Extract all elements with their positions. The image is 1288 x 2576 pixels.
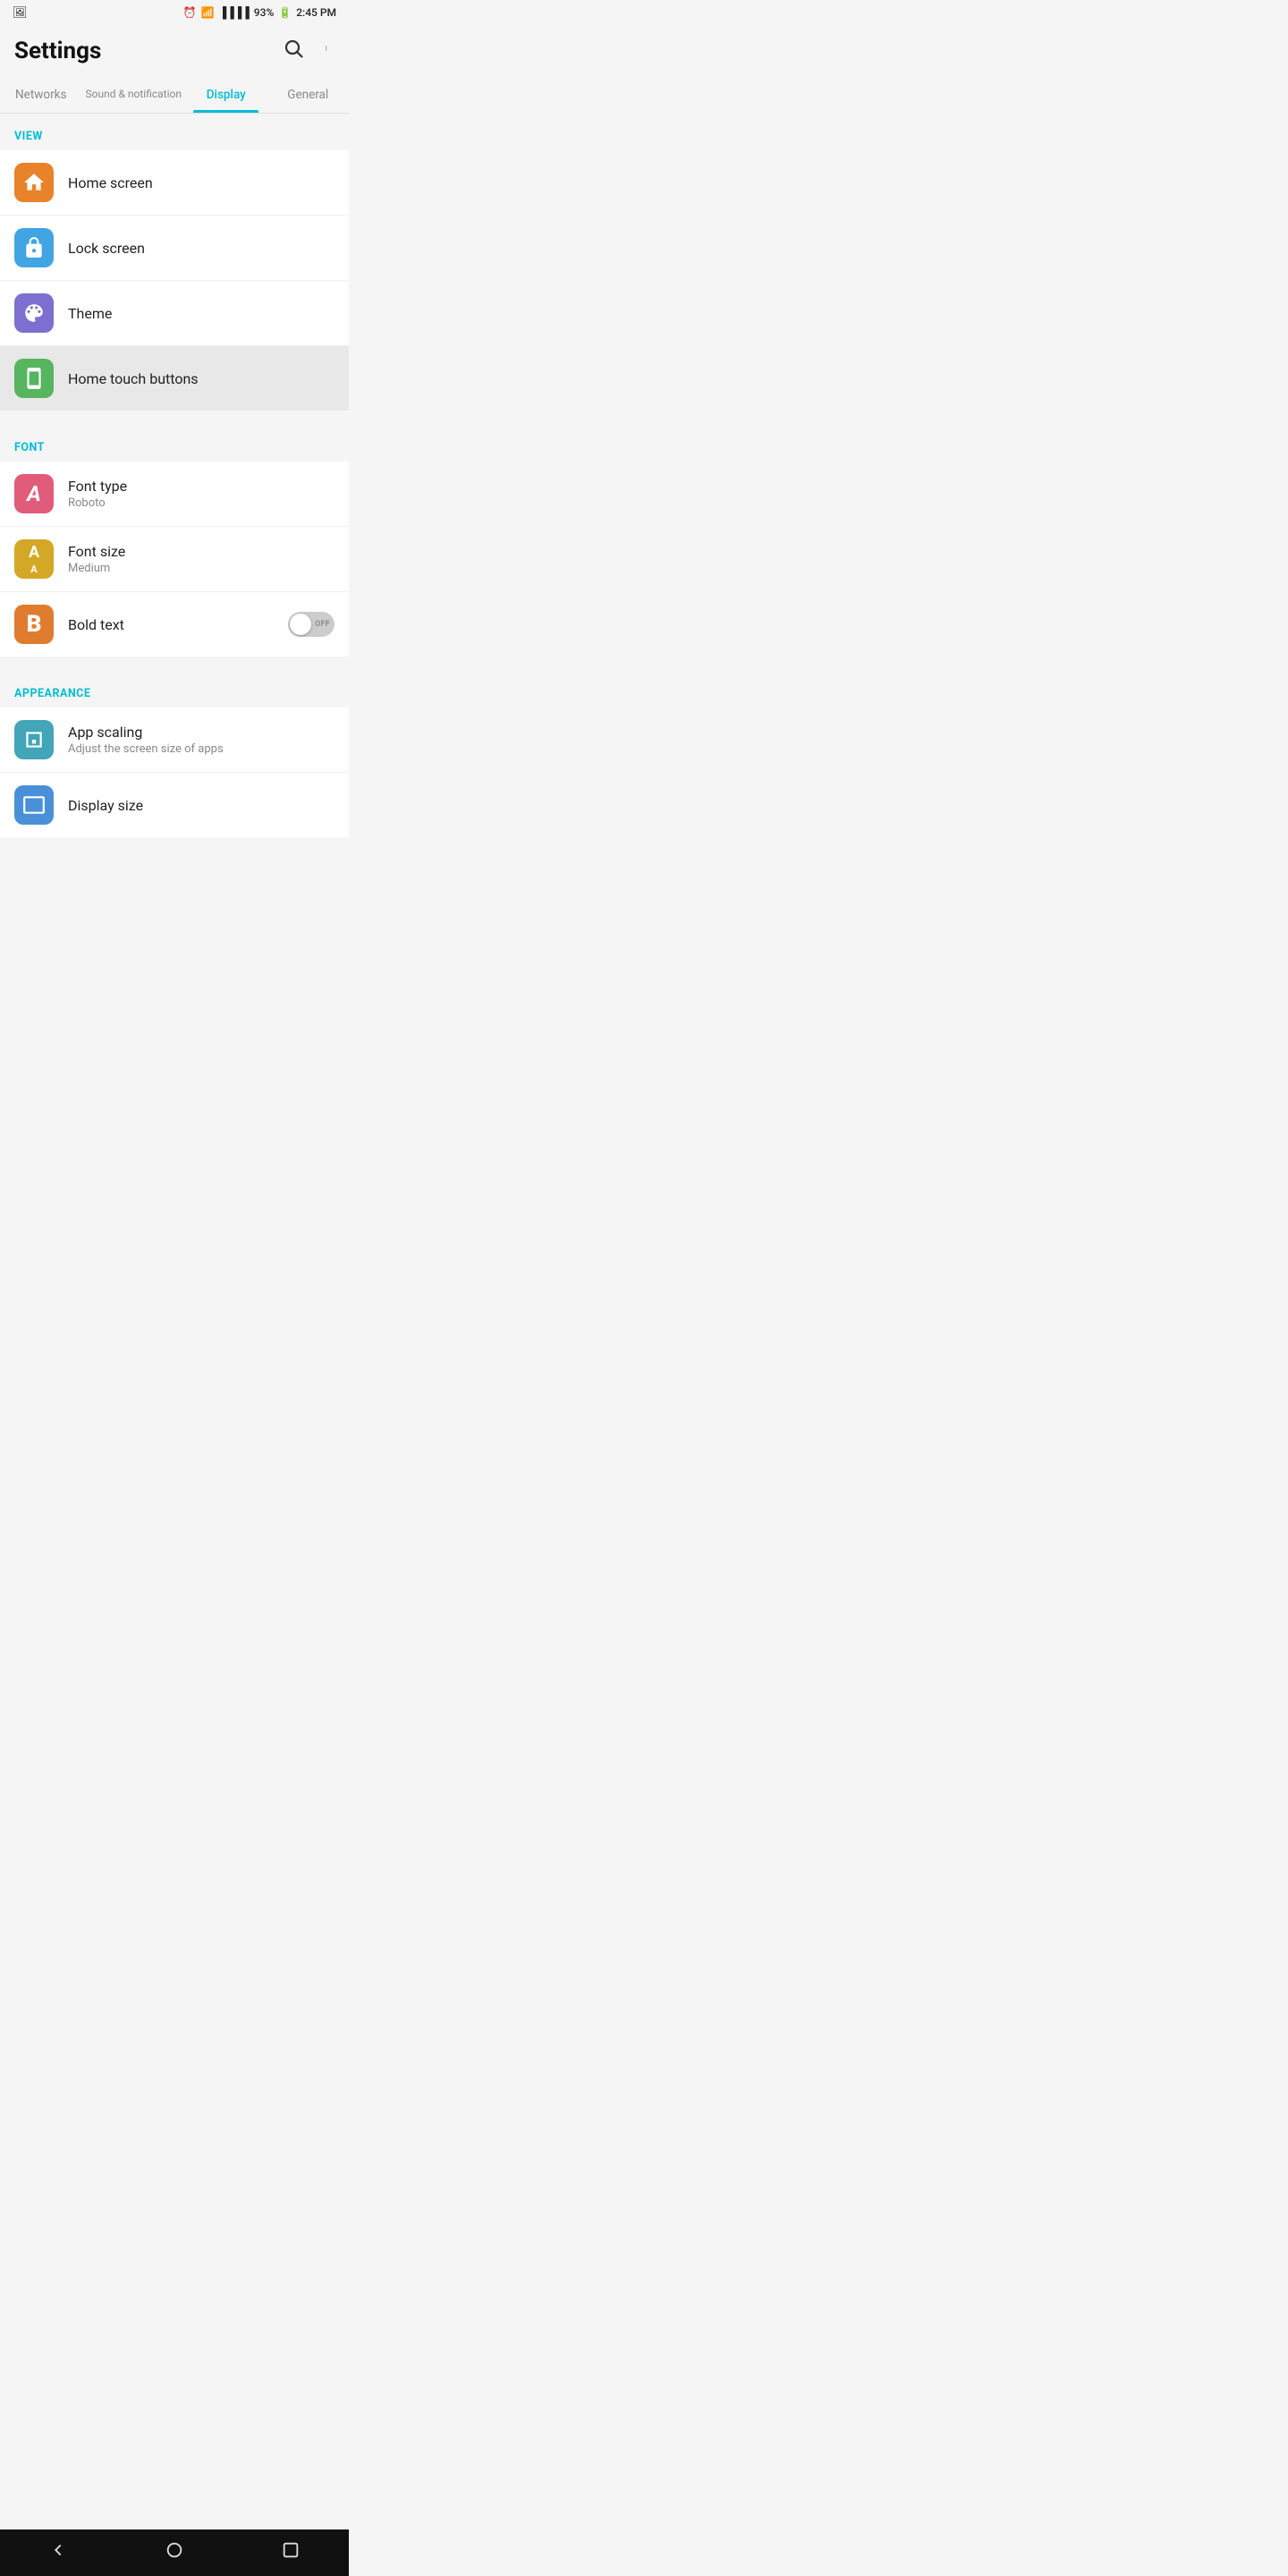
- status-bar: 🖼 ⏰ 📶 ▐▐▐▐ 93% 🔋 2:45 PM: [0, 0, 349, 25]
- section-divider-appearance: [0, 657, 349, 671]
- home-screen-title: Home screen: [68, 174, 335, 191]
- bold-text-toggle[interactable]: OFF: [288, 612, 335, 637]
- settings-item-bold-text[interactable]: B Bold text OFF: [0, 592, 349, 657]
- signal-icon: ▐▐▐▐: [219, 6, 250, 19]
- recent-apps-button[interactable]: [259, 2533, 322, 2572]
- settings-item-lock-screen[interactable]: Lock screen: [0, 216, 349, 281]
- settings-item-app-scaling[interactable]: App scaling Adjust the screen size of ap…: [0, 708, 349, 773]
- bottom-nav-spacer: [0, 837, 349, 884]
- home-touch-title: Home touch buttons: [68, 370, 335, 387]
- font-type-title: Font type: [68, 478, 335, 495]
- lock-screen-icon: [14, 228, 54, 267]
- settings-item-home-touch[interactable]: Home touch buttons: [0, 346, 349, 411]
- wifi-icon: 📶: [201, 6, 215, 19]
- time-display: 2:45 PM: [296, 6, 336, 19]
- app-scaling-subtitle: Adjust the screen size of apps: [68, 742, 335, 756]
- home-screen-icon: [14, 163, 54, 202]
- font-type-icon: A: [14, 474, 54, 513]
- view-section-list: Home screen Lock screen Theme Home touch…: [0, 150, 349, 411]
- status-left-icon: 🖼: [13, 6, 28, 20]
- bottom-nav: [0, 2529, 349, 2576]
- bold-text-icon: B: [14, 605, 54, 644]
- toggle-knob: [290, 614, 311, 635]
- section-header-view: VIEW: [0, 114, 349, 150]
- tab-general[interactable]: General: [267, 75, 349, 113]
- app-scaling-title: App scaling: [68, 724, 335, 741]
- settings-item-display-size[interactable]: Display size: [0, 773, 349, 837]
- lock-screen-title: Lock screen: [68, 240, 335, 257]
- font-size-icon: AA: [14, 539, 54, 579]
- tab-display[interactable]: Display: [185, 75, 267, 113]
- appearance-section-list: App scaling Adjust the screen size of ap…: [0, 708, 349, 837]
- section-header-appearance: APPEARANCE: [0, 671, 349, 708]
- status-icons: ⏰ 📶 ▐▐▐▐ 93% 🔋 2:45 PM: [183, 6, 336, 19]
- display-size-title: Display size: [68, 797, 335, 814]
- tab-sound[interactable]: Sound & notification: [82, 75, 185, 113]
- font-size-title: Font size: [68, 543, 335, 560]
- bold-text-title: Bold text: [68, 616, 288, 633]
- tabs: Networks Sound & notification Display Ge…: [0, 75, 349, 114]
- theme-icon: [14, 293, 54, 333]
- battery-icon: 🔋: [278, 6, 292, 19]
- search-button[interactable]: [279, 34, 308, 68]
- home-touch-icon: [14, 359, 54, 398]
- toggle-off-label: OFF: [315, 620, 330, 629]
- font-size-subtitle: Medium: [68, 562, 335, 575]
- settings-item-font-type[interactable]: A Font type Roboto: [0, 462, 349, 527]
- settings-item-theme[interactable]: Theme: [0, 281, 349, 346]
- settings-item-font-size[interactable]: AA Font size Medium: [0, 527, 349, 592]
- more-options-button[interactable]: [322, 34, 335, 68]
- battery-percent: 93%: [254, 6, 274, 19]
- section-header-font: FONT: [0, 425, 349, 462]
- page-title: Settings: [14, 38, 101, 64]
- app-scaling-icon: [14, 720, 54, 759]
- display-size-icon: [14, 785, 54, 825]
- section-divider-font: [0, 411, 349, 425]
- tab-networks[interactable]: Networks: [0, 75, 82, 113]
- header-actions: [279, 34, 335, 68]
- home-button[interactable]: [143, 2533, 206, 2572]
- header: Settings: [0, 25, 349, 68]
- theme-title: Theme: [68, 305, 335, 322]
- back-button[interactable]: [27, 2533, 89, 2572]
- settings-item-home-screen[interactable]: Home screen: [0, 150, 349, 216]
- font-type-subtitle: Roboto: [68, 496, 335, 510]
- font-section-list: A Font type Roboto AA Font size Medium B…: [0, 462, 349, 657]
- alarm-icon: ⏰: [183, 6, 197, 19]
